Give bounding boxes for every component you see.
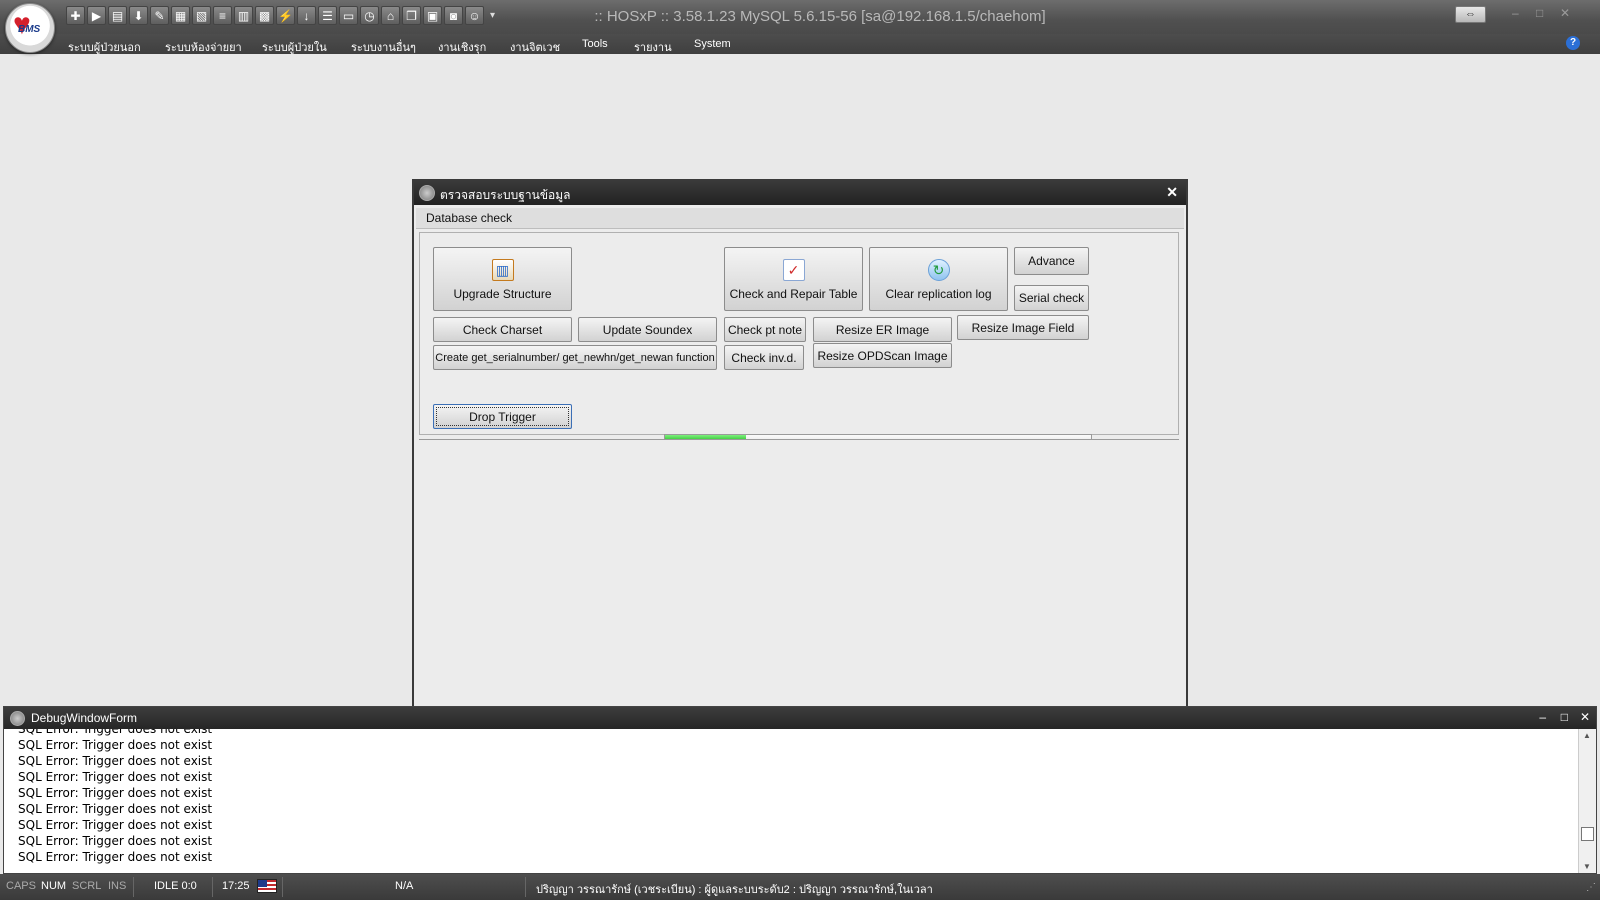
check-charset-button[interactable]: Check Charset	[433, 317, 572, 342]
report-icon[interactable]: ▧	[192, 6, 211, 25]
dialog-close-icon[interactable]: ✕	[1166, 184, 1178, 201]
status-separator	[133, 877, 134, 897]
clock-icon[interactable]: ◷	[360, 6, 379, 25]
maximize-icon[interactable]: □	[1536, 6, 1543, 20]
num-indicator: NUM	[41, 880, 67, 892]
help-icon[interactable]: ?	[1566, 36, 1580, 50]
switch-window-button[interactable]: ⇔	[1455, 6, 1486, 23]
app-icon	[10, 711, 25, 726]
app-icon	[419, 185, 435, 201]
log-line: SQL Error: Trigger does not exist	[18, 738, 213, 752]
status-separator	[282, 877, 283, 897]
download-icon[interactable]: ⬇	[129, 6, 148, 25]
check-repair-table-label: Check and Repair Table	[729, 287, 858, 301]
update-soundex-button[interactable]: Update Soundex	[578, 317, 717, 342]
minimize-icon[interactable]: –	[1539, 710, 1546, 724]
clear-replication-log-label: Clear replication log	[885, 287, 992, 301]
clear-replication-log-button[interactable]: ↻ Clear replication log	[869, 247, 1008, 311]
play-icon[interactable]: ▶	[87, 6, 106, 25]
log-line: SQL Error: Trigger does not exist	[18, 834, 213, 848]
resize-opdscan-image-button[interactable]: Resize OPDScan Image	[813, 343, 952, 368]
ins-indicator: INS	[108, 880, 127, 892]
quick-access-toolbar: ✚ ▶ ▤ ⬇ ✎ ▦ ▧ ≡ ▥ ▩ ⚡ ↓ ☰ ▭ ◷ ⌂ ❐ ▣ ◙ ☺ …	[66, 6, 495, 26]
status-bar: CAPS NUM SCRL INS IDLE 0:0 17:25 N/A ปริ…	[0, 874, 1600, 900]
us-flag-icon[interactable]	[257, 879, 277, 893]
serial-check-button[interactable]: Serial check	[1014, 285, 1089, 311]
check-inv-d-button[interactable]: Check inv.d.	[724, 345, 804, 370]
table-icon[interactable]: ▥	[234, 6, 253, 25]
scrollbar-thumb[interactable]	[1581, 827, 1594, 841]
log-line: SQL Error: Trigger does not exist	[18, 770, 213, 784]
log-line: SQL Error: Trigger does not exist	[18, 786, 213, 800]
quick-toolbar-more-icon[interactable]: ▾	[490, 6, 495, 26]
status-separator	[525, 877, 526, 897]
document-icon[interactable]: ▤	[108, 6, 127, 25]
person-icon[interactable]: ☺	[465, 6, 484, 25]
arrow-down-icon[interactable]: ↓	[297, 6, 316, 25]
close-icon[interactable]: ✕	[1580, 710, 1590, 724]
menu-icon[interactable]: ☰	[318, 6, 337, 25]
dialog-title: ตรวจสอบระบบฐานข้อมูล	[440, 188, 571, 202]
resize-grip-icon[interactable]: ⋰	[1586, 882, 1596, 893]
menu-system[interactable]: System	[694, 38, 731, 50]
monitor-icon[interactable]: ▭	[339, 6, 358, 25]
drop-trigger-button[interactable]: Drop Trigger	[433, 404, 572, 429]
debug-window: DebugWindowForm – □ ✕ SQL Error: Trigger…	[3, 706, 1597, 874]
scrl-indicator: SCRL	[72, 880, 102, 892]
resize-image-field-button[interactable]: Resize Image Field	[957, 315, 1089, 340]
scroll-down-icon[interactable]: ▼	[1583, 862, 1591, 871]
status-separator	[212, 877, 213, 897]
log-line: SQL Error: Trigger does not exist	[18, 818, 213, 832]
upgrade-structure-label: Upgrade Structure	[453, 287, 552, 301]
idle-indicator: IDLE 0:0	[154, 880, 197, 892]
screen-icon[interactable]: ▣	[423, 6, 442, 25]
user-info: ปริญญา วรรณารักษ์ (เวชระเบียน) : ผู้ดูแล…	[536, 884, 933, 896]
database-check-dialog: ตรวจสอบระบบฐานข้อมูล ✕ Database check ▥ …	[412, 179, 1188, 720]
camera-icon[interactable]: ◙	[444, 6, 463, 25]
create-functions-button[interactable]: Create get_serialnumber/ get_newhn/get_n…	[433, 345, 717, 370]
upgrade-structure-button[interactable]: ▥ Upgrade Structure	[433, 247, 572, 311]
scroll-up-icon[interactable]: ▲	[1583, 731, 1591, 740]
log-line: SQL Error: Trigger does not exist	[18, 729, 213, 736]
user-add-icon[interactable]: ✚	[66, 6, 85, 25]
log-line: SQL Error: Trigger does not exist	[18, 754, 213, 768]
log-line: SQL Error: Trigger does not exist	[18, 802, 213, 816]
debug-window-title: DebugWindowForm	[31, 711, 138, 725]
check-repair-table-button[interactable]: ✓ Check and Repair Table	[724, 247, 863, 311]
lightning-icon[interactable]: ⚡	[276, 6, 295, 25]
app-titlebar: :: HOSxP :: 3.58.1.23 MySQL 5.6.15-56 [s…	[0, 0, 1600, 34]
dialog-menu-bar: Database check	[416, 208, 1184, 229]
form-icon[interactable]: ▦	[171, 6, 190, 25]
edit-icon[interactable]: ✎	[150, 6, 169, 25]
resize-er-image-button[interactable]: Resize ER Image	[813, 317, 952, 342]
advance-button[interactable]: Advance	[1014, 247, 1089, 275]
debug-log-scrollbar[interactable]: ▲ ▼	[1578, 729, 1596, 873]
minimize-icon[interactable]: –	[1512, 6, 1519, 20]
main-menu-bar: ระบบผู้ป่วยนอก ระบบห้องจ่ายยา ระบบผู้ป่ว…	[0, 34, 1600, 54]
dialog-lower-area	[419, 439, 1179, 715]
list-icon[interactable]: ≡	[213, 6, 232, 25]
menu-tools[interactable]: Tools	[582, 38, 608, 50]
caps-indicator: CAPS	[6, 880, 36, 892]
maximize-icon[interactable]: □	[1561, 710, 1568, 724]
checklist-icon: ✓	[782, 259, 805, 281]
check-pt-note-button[interactable]: Check pt note	[724, 317, 806, 342]
close-icon[interactable]: ✕	[1560, 6, 1570, 20]
debug-window-titlebar[interactable]: DebugWindowForm – □ ✕	[4, 707, 1596, 729]
database-tools-panel: ▥ Upgrade Structure ✓ Check and Repair T…	[419, 232, 1179, 450]
debug-log[interactable]: SQL Error: Trigger does not exist SQL Er…	[4, 729, 1579, 873]
database-structure-icon: ▥	[491, 259, 514, 281]
dialog-titlebar[interactable]: ตรวจสอบระบบฐานข้อมูล ✕	[414, 181, 1186, 205]
clock-time: 17:25	[222, 880, 250, 892]
grid-icon[interactable]: ▩	[255, 6, 274, 25]
menu-database-check[interactable]: Database check	[426, 211, 512, 225]
log-line: SQL Error: Trigger does not exist	[18, 850, 213, 864]
bms-logo[interactable]: ♥ BMS	[5, 3, 55, 53]
refresh-icon: ↻	[927, 259, 950, 281]
logo-text: BMS	[18, 24, 41, 35]
home-icon[interactable]: ⌂	[381, 6, 400, 25]
window-icon[interactable]: ❐	[402, 6, 421, 25]
status-na: N/A	[395, 880, 414, 892]
